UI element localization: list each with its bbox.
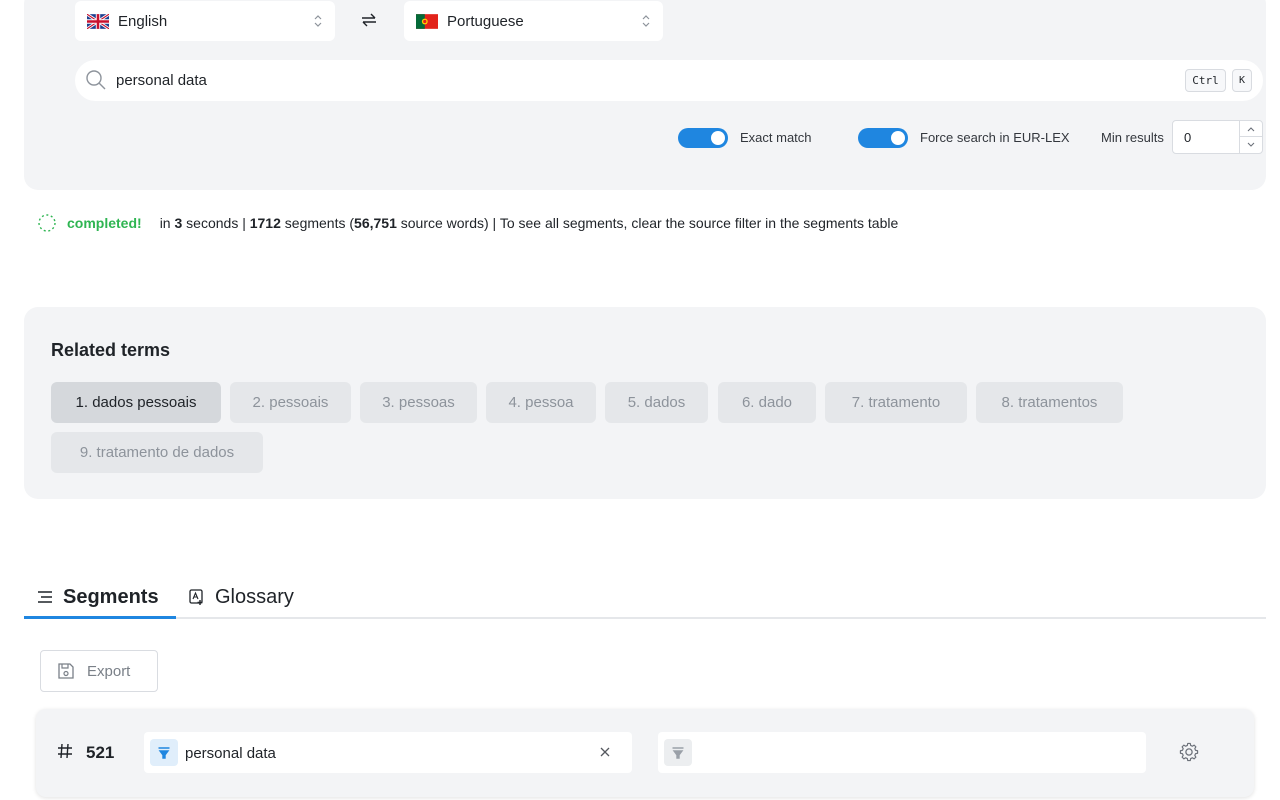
- chevron-up-icon: [1247, 126, 1255, 131]
- toggle-knob: [711, 131, 725, 145]
- status-segments: 1712: [249, 215, 281, 231]
- status-text-tail: source words) | To see all segments, cle…: [400, 215, 899, 231]
- source-filter-field[interactable]: [144, 732, 632, 773]
- results-tabs: Segments Glossary: [24, 575, 1266, 619]
- active-tab-indicator: [24, 616, 176, 619]
- tab-glossary-label: Glossary: [215, 585, 294, 608]
- related-term-chip[interactable]: 3. pessoas: [360, 382, 477, 423]
- status-text-segments: segments (: [284, 215, 355, 231]
- related-term-chip[interactable]: 1. dados pessoais: [51, 382, 221, 423]
- status-text-in: in: [159, 215, 171, 231]
- search-input[interactable]: [116, 68, 1176, 92]
- status-text-seconds: seconds |: [186, 215, 246, 231]
- exact-match-toggle[interactable]: [678, 128, 728, 148]
- target-language-select[interactable]: Portuguese: [404, 1, 663, 41]
- related-term-chip[interactable]: 7. tratamento: [825, 382, 967, 423]
- search-panel: English Portuguese Ctrl K Exact match: [24, 0, 1266, 190]
- glossary-icon: [189, 589, 203, 605]
- min-results-stepper: [1239, 121, 1262, 153]
- filter-icon: [158, 746, 170, 759]
- shortcut-key-k: K: [1232, 69, 1252, 92]
- tab-segments[interactable]: Segments: [36, 575, 159, 619]
- tab-segments-label: Segments: [63, 585, 159, 608]
- min-results-value[interactable]: 0: [1184, 130, 1191, 145]
- segment-row: 521: [36, 709, 1254, 797]
- related-term-chip[interactable]: 2. pessoais: [230, 382, 351, 423]
- search-box[interactable]: Ctrl K: [75, 60, 1263, 101]
- gear-icon[interactable]: [1178, 741, 1200, 763]
- target-language-label: Portuguese: [447, 12, 524, 30]
- uk-flag-icon: [87, 13, 109, 29]
- source-language-label: English: [118, 12, 168, 30]
- related-term-chip[interactable]: 6. dado: [718, 382, 816, 423]
- search-status: completed! in 3 seconds | 1712 segments …: [37, 213, 898, 233]
- search-icon: [86, 70, 106, 90]
- force-eurlex-toggle[interactable]: [858, 128, 908, 148]
- close-icon[interactable]: [599, 746, 611, 758]
- select-caret-icon: [642, 15, 650, 27]
- target-filter-field[interactable]: [658, 732, 1146, 773]
- status-seconds: 3: [174, 215, 183, 231]
- source-filter-button[interactable]: [150, 739, 178, 766]
- related-term-chip[interactable]: 4. pessoa: [486, 382, 596, 423]
- toggle-knob: [891, 131, 905, 145]
- source-language-select[interactable]: English: [75, 1, 335, 41]
- lines-icon: [38, 591, 52, 603]
- tab-glossary[interactable]: Glossary: [188, 575, 294, 619]
- target-filter-button[interactable]: [664, 739, 692, 766]
- hash-icon: [58, 743, 72, 759]
- swap-arrows-icon[interactable]: [360, 11, 378, 29]
- related-term-chip[interactable]: 9. tratamento de dados: [51, 432, 263, 473]
- select-caret-icon: [314, 15, 322, 27]
- segment-number: 521: [86, 743, 115, 762]
- force-eurlex-label: Force search in EUR-LEX: [920, 130, 1070, 145]
- min-results-label: Min results: [1101, 130, 1164, 145]
- exact-match-label: Exact match: [740, 130, 812, 145]
- chevron-down-icon: [1247, 142, 1255, 147]
- related-term-chip[interactable]: 8. tratamentos: [976, 382, 1123, 423]
- min-results-field[interactable]: 0: [1172, 120, 1263, 154]
- target-filter-input[interactable]: [699, 742, 1099, 764]
- related-term-chip[interactable]: 5. dados: [605, 382, 708, 423]
- shortcut-key-ctrl: Ctrl: [1185, 69, 1226, 92]
- status-completed: completed!: [67, 215, 142, 231]
- related-terms-panel: Related terms 1. dados pessoais 2. pesso…: [24, 307, 1266, 499]
- filter-icon: [672, 746, 684, 759]
- related-terms-title: Related terms: [51, 340, 171, 360]
- portugal-flag-icon: [416, 13, 438, 29]
- export-button[interactable]: Export: [40, 650, 158, 692]
- save-icon: [58, 663, 74, 679]
- spinner-icon: [38, 214, 56, 232]
- source-filter-input[interactable]: [185, 742, 585, 764]
- export-label: Export: [87, 662, 131, 680]
- increment-button[interactable]: [1240, 121, 1262, 137]
- status-source-words: 56,751: [354, 215, 397, 231]
- decrement-button[interactable]: [1240, 137, 1262, 153]
